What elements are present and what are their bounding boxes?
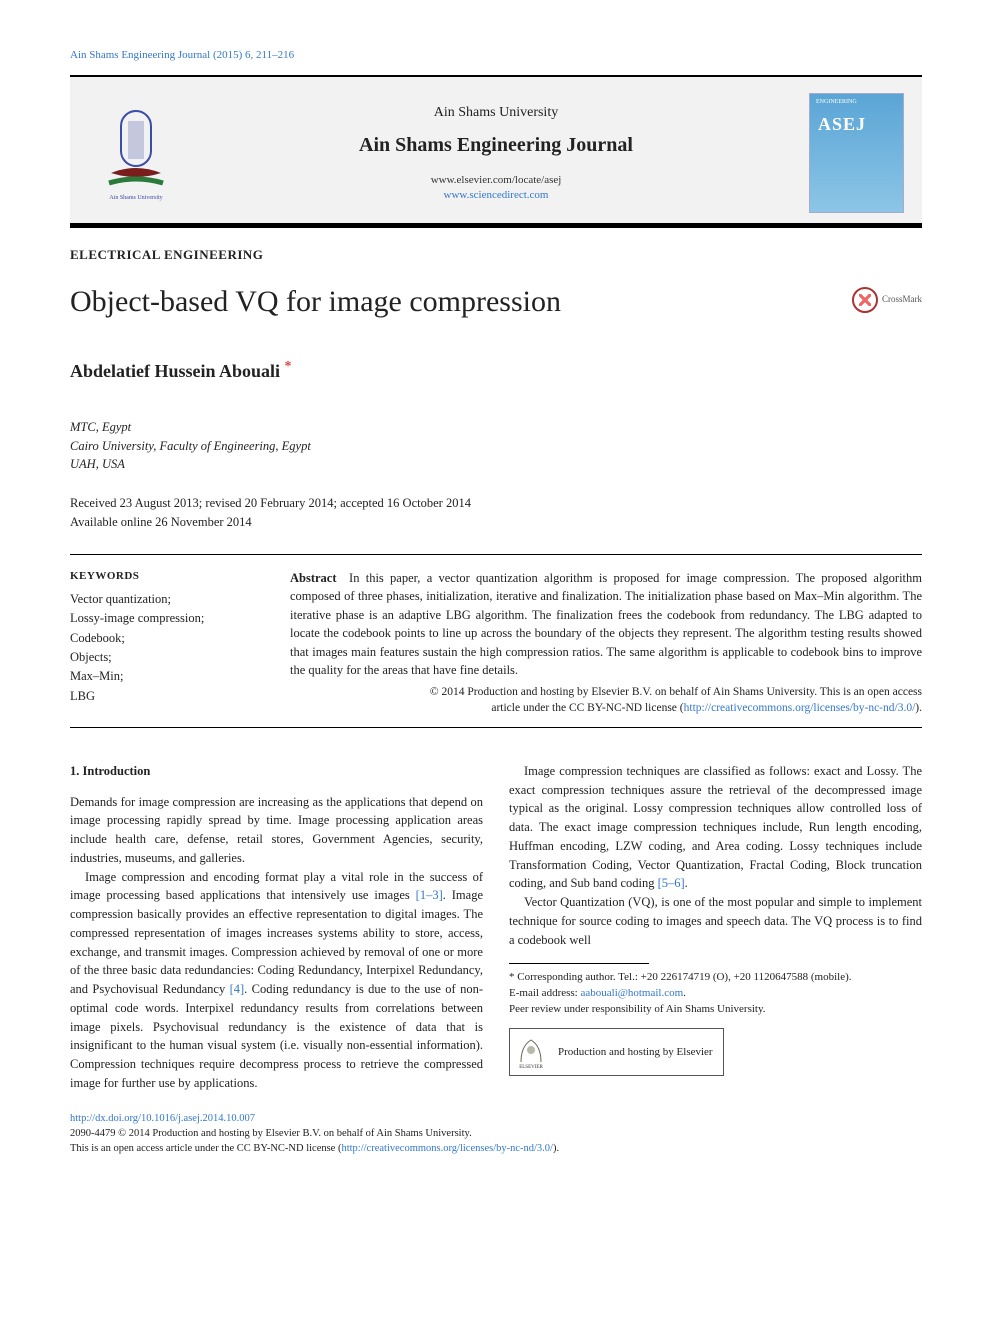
journal-link-sciencedirect[interactable]: www.sciencedirect.com xyxy=(201,188,791,203)
keyword-item: Max–Min; xyxy=(70,667,270,686)
crossmark-label: CrossMark xyxy=(882,293,922,306)
email-label: E-mail address: xyxy=(509,987,580,999)
body-paragraph: Image compression and encoding format pl… xyxy=(70,868,483,1093)
title-row: Object-based VQ for image compression Cr… xyxy=(70,281,922,323)
elsevier-label: ELSEVIER xyxy=(519,1064,543,1072)
footer-copyright: 2090-4479 © 2014 Production and hosting … xyxy=(70,1128,472,1139)
abstract-block: KEYWORDS Vector quantization; Lossy-imag… xyxy=(70,554,922,728)
footer-license-pre: This is an open access article under the… xyxy=(70,1143,341,1154)
article-dates: Received 23 August 2013; revised 20 Febr… xyxy=(70,494,922,532)
keyword-item: Lossy-image compression; xyxy=(70,609,270,628)
keyword-item: Objects; xyxy=(70,648,270,667)
svg-text:Ain Shams University: Ain Shams University xyxy=(109,195,162,201)
affiliations: MTC, Egypt Cairo University, Faculty of … xyxy=(70,418,922,474)
abstract-text: In this paper, a vector quantization alg… xyxy=(290,571,922,678)
keyword-item: Codebook; xyxy=(70,629,270,648)
elsevier-logo: ELSEVIER xyxy=(514,1033,548,1071)
cover-top-label: ENGINEERING xyxy=(816,98,857,106)
keywords-heading: KEYWORDS xyxy=(70,569,270,584)
author-text: Abdelatief Hussein Abouali xyxy=(70,361,280,381)
hosting-box: ELSEVIER Production and hosting by Elsev… xyxy=(509,1028,724,1076)
para-text: Image compression techniques are classif… xyxy=(509,764,922,891)
dates-line1: Received 23 August 2013; revised 20 Febr… xyxy=(70,494,922,513)
crossmark-badge[interactable]: CrossMark xyxy=(852,287,922,313)
journal-name: Ain Shams Engineering Journal xyxy=(201,131,791,159)
footnote-email: E-mail address: aabouali@hotmail.com. xyxy=(509,986,922,1002)
reference-link[interactable]: [1–3] xyxy=(416,888,443,902)
abs-copy-line2-pre: article under the CC BY-NC-ND license ( xyxy=(491,702,683,714)
reference-link[interactable]: [4] xyxy=(230,982,245,996)
masthead: Ain Shams University Ain Shams Universit… xyxy=(70,77,922,223)
body-paragraph: Demands for image compression are increa… xyxy=(70,793,483,868)
email-link[interactable]: aabouali@hotmail.com xyxy=(580,987,683,999)
abstract-column: Abstract In this paper, a vector quantiz… xyxy=(290,569,922,717)
paper-title: Object-based VQ for image compression xyxy=(70,281,561,323)
keywords-list: Vector quantization; Lossy-image compres… xyxy=(70,590,270,706)
abs-copy-line1: © 2014 Production and hosting by Elsevie… xyxy=(430,686,922,698)
page-footer: http://dx.doi.org/10.1016/j.asej.2014.10… xyxy=(70,1111,922,1157)
journal-cover-thumbnail: ENGINEERING ASEJ xyxy=(809,93,904,213)
running-header: Ain Shams Engineering Journal (2015) 6, … xyxy=(70,48,922,63)
para-text: . xyxy=(685,876,688,890)
author-name: Abdelatief Hussein Abouali * xyxy=(70,357,922,384)
masthead-container: Ain Shams University Ain Shams Universit… xyxy=(70,75,922,228)
footnote-separator xyxy=(509,963,649,964)
cc-license-link[interactable]: http://creativecommons.org/licenses/by-n… xyxy=(684,702,916,714)
email-post: . xyxy=(683,987,686,999)
body-two-column: 1. Introduction Demands for image compre… xyxy=(70,762,922,1093)
affiliation-line: UAH, USA xyxy=(70,455,922,474)
abs-copy-line2-post: ). xyxy=(915,702,922,714)
crossmark-icon xyxy=(852,287,878,313)
body-paragraph: Image compression techniques are classif… xyxy=(509,762,922,893)
footnotes-block: * Corresponding author. Tel.: +20 226174… xyxy=(509,970,922,1018)
introduction-heading: 1. Introduction xyxy=(70,762,483,781)
keywords-column: KEYWORDS Vector quantization; Lossy-imag… xyxy=(70,569,270,717)
corresponding-asterisk: * xyxy=(285,359,292,374)
keyword-item: Vector quantization; xyxy=(70,590,270,609)
abstract-label: Abstract xyxy=(290,571,337,585)
footer-license-post: ). xyxy=(553,1143,559,1154)
journal-link-elsevier[interactable]: www.elsevier.com/locate/asej xyxy=(201,173,791,188)
keyword-item: LBG xyxy=(70,687,270,706)
university-logo: Ain Shams University xyxy=(88,98,183,208)
reference-link[interactable]: [5–6] xyxy=(658,876,685,890)
doi-link[interactable]: http://dx.doi.org/10.1016/j.asej.2014.10… xyxy=(70,1113,255,1124)
para-text: . Coding redundancy is due to the use of… xyxy=(70,982,483,1090)
affiliation-line: MTC, Egypt xyxy=(70,418,922,437)
affiliation-line: Cairo University, Faculty of Engineering… xyxy=(70,437,922,456)
masthead-center: Ain Shams University Ain Shams Engineeri… xyxy=(201,103,791,203)
cover-journal-abbrev: ASEJ xyxy=(818,112,866,137)
footnote-peer-review: Peer review under responsibility of Ain … xyxy=(509,1002,922,1018)
university-name: Ain Shams University xyxy=(201,103,791,123)
section-label: ELECTRICAL ENGINEERING xyxy=(70,246,922,264)
hosting-text: Production and hosting by Elsevier xyxy=(558,1044,713,1061)
abstract-copyright: © 2014 Production and hosting by Elsevie… xyxy=(290,684,922,717)
body-paragraph: Vector Quantization (VQ), is one of the … xyxy=(509,893,922,949)
footnote-corresponding: * Corresponding author. Tel.: +20 226174… xyxy=(509,970,922,986)
dates-line2: Available online 26 November 2014 xyxy=(70,513,922,532)
footer-license-link[interactable]: http://creativecommons.org/licenses/by-n… xyxy=(341,1143,553,1154)
